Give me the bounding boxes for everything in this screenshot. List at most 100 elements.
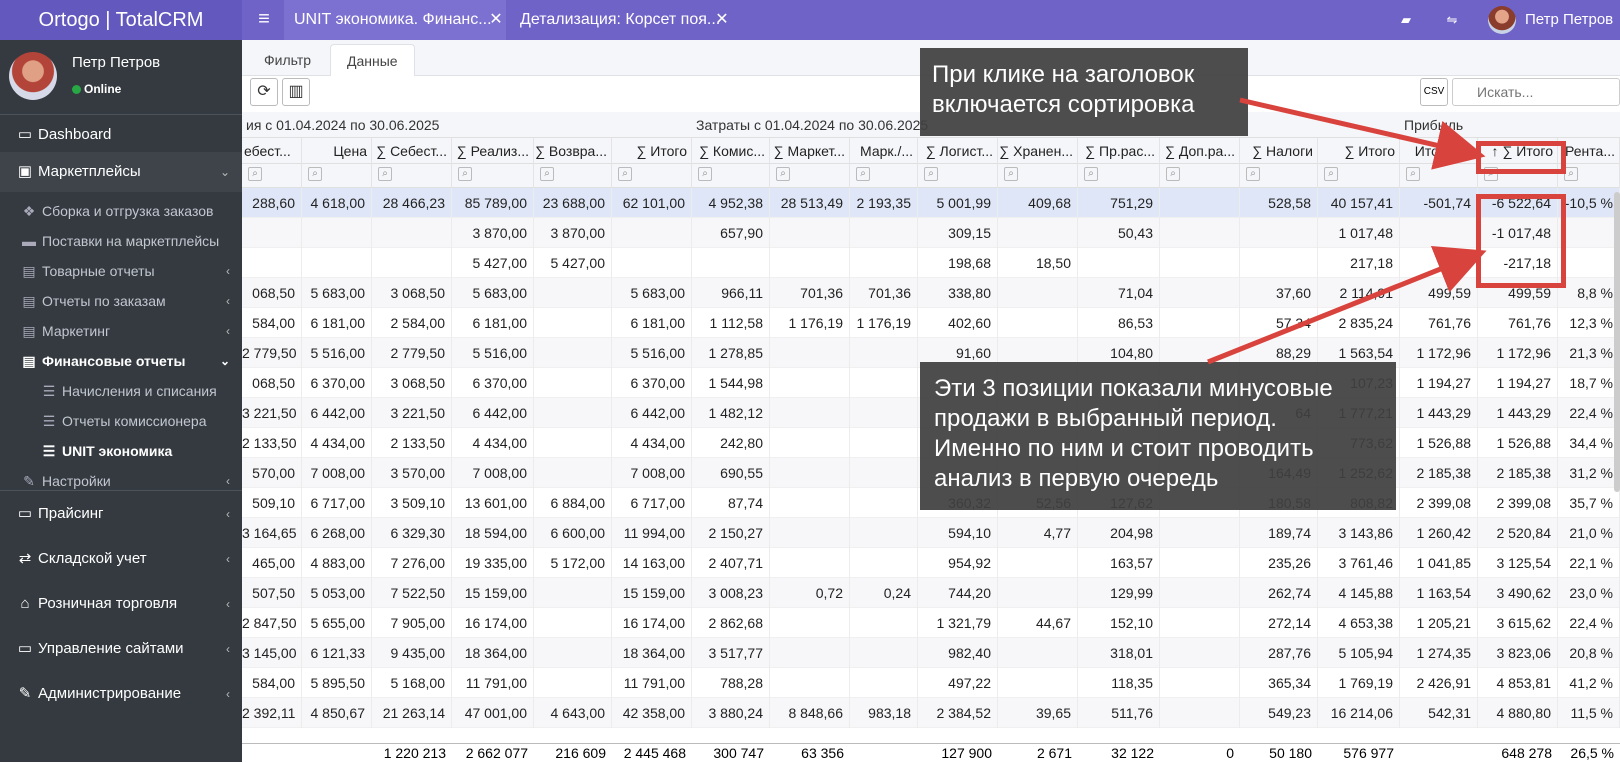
column-header[interactable]: ∑ Логист... bbox=[918, 138, 998, 164]
table-row[interactable]: 570,00 7 008,00 3 570,00 7 008,00 7 008,00 69… bbox=[242, 458, 1620, 488]
sidebar-item-sites[interactable]: ▭ Управление сайтами ‹ bbox=[0, 629, 242, 669]
brand-logo[interactable]: Ortogo | TotalCRM bbox=[0, 0, 242, 40]
scrollbar[interactable] bbox=[1614, 192, 1620, 492]
sidebar-item-marketing[interactable]: ▤ Маркетинг ‹ bbox=[0, 316, 242, 346]
sidebar-item-dashboard[interactable]: ▭ Dashboard bbox=[0, 120, 242, 150]
sidebar-item-retail[interactable]: ⌂ Розничная торговля ‹ bbox=[0, 584, 242, 624]
column-header[interactable]: ебест... bbox=[242, 138, 302, 164]
avatar[interactable] bbox=[1488, 6, 1516, 34]
table-row[interactable]: 5 427,00 5 427,00 198,68 18,50 217,18 -217,18 bbox=[242, 248, 1620, 278]
sidebar-item-financial-reports[interactable]: ▤ Финансовые отчеты ⌄ bbox=[0, 346, 242, 376]
column-filter[interactable]: ⌕ bbox=[302, 164, 372, 188]
sidebar-item-marketplaces[interactable]: ▣ Маркетплейсы ⌄ bbox=[0, 152, 242, 192]
column-filter[interactable]: ⌕ bbox=[1078, 164, 1160, 188]
column-header[interactable]: ∑ Комис... bbox=[692, 138, 770, 164]
chat-icon[interactable]: ▰ bbox=[1396, 10, 1416, 30]
column-header[interactable]: ∑ Себест... bbox=[372, 138, 452, 164]
column-filter[interactable]: ⌕ bbox=[770, 164, 850, 188]
column-header[interactable]: ∑ Пр.рас... bbox=[1078, 138, 1160, 164]
table-row[interactable]: 068,50 6 370,00 3 068,50 6 370,00 6 370,00 1 … bbox=[242, 368, 1620, 398]
column-filter[interactable]: ⌕ bbox=[1400, 164, 1478, 188]
table-row[interactable]: 068,50 5 683,00 3 068,50 5 683,00 5 683,00 96… bbox=[242, 278, 1620, 308]
close-icon[interactable]: ✕ bbox=[714, 0, 730, 40]
table-cell: 7 905,00 bbox=[372, 608, 452, 638]
table-row[interactable]: 509,10 6 717,00 3 509,10 13 601,00 6 884,00 6… bbox=[242, 488, 1620, 518]
table-row[interactable]: 2 392,11 4 850,67 21 263,14 47 001,00 4 643,… bbox=[242, 698, 1620, 728]
tab-filter[interactable]: Фильтр bbox=[248, 44, 327, 76]
sidebar-item-supplies[interactable]: ▬ Поставки на маркетплейсы bbox=[0, 226, 242, 256]
table-row[interactable]: 3 221,50 6 442,00 3 221,50 6 442,00 6 442,00… bbox=[242, 398, 1620, 428]
table-row[interactable]: 3 870,00 3 870,00 657,90 309,15 50,43 1 017,4… bbox=[242, 218, 1620, 248]
column-header[interactable]: ∑ Хранен... bbox=[998, 138, 1078, 164]
table-row[interactable]: 288,60 4 618,00 28 466,23 85 789,00 23 688,0… bbox=[242, 188, 1620, 218]
table-row[interactable]: 3 164,65 6 268,00 6 329,30 18 594,00 6 600,0… bbox=[242, 518, 1620, 548]
table-cell bbox=[534, 668, 612, 698]
sidebar-user-name[interactable]: Петр Петров bbox=[72, 54, 160, 71]
column-header[interactable]: ↑ ∑ Итого bbox=[1478, 138, 1558, 164]
table-row[interactable]: 507,50 5 053,00 7 522,50 15 159,00 15 159,00… bbox=[242, 578, 1620, 608]
menu-toggle-icon[interactable]: ≡ bbox=[252, 8, 276, 32]
column-filter[interactable]: ⌕ bbox=[612, 164, 692, 188]
table-cell: 8,8 % bbox=[1558, 278, 1620, 308]
column-filter[interactable]: ⌕ bbox=[1558, 164, 1620, 188]
search-icon: ⌕ bbox=[924, 167, 938, 181]
sidebar-item-admin[interactable]: ✎ Администрирование ‹ bbox=[0, 674, 242, 714]
close-icon[interactable]: ✕ bbox=[488, 0, 504, 40]
column-header[interactable]: ∑ Налоги bbox=[1240, 138, 1318, 164]
column-filter[interactable]: ⌕ bbox=[1478, 164, 1558, 188]
refresh-icon[interactable]: ⟳ bbox=[250, 78, 278, 106]
sidebar-item-pricing[interactable]: ▭ Прайсинг ‹ bbox=[0, 494, 242, 534]
column-filter[interactable]: ⌕ bbox=[1240, 164, 1318, 188]
column-filter[interactable]: ⌕ bbox=[242, 164, 302, 188]
table-row[interactable]: 2 779,50 5 516,00 2 779,50 5 516,00 5 516,00… bbox=[242, 338, 1620, 368]
column-header[interactable]: ∑ Возвра... bbox=[534, 138, 612, 164]
table-row[interactable]: 2 133,50 4 434,00 2 133,50 4 434,00 4 434,00… bbox=[242, 428, 1620, 458]
sidebar-item-assembly[interactable]: ❖ Сборка и отгрузка заказов bbox=[0, 196, 242, 226]
table-row[interactable]: 584,00 6 181,00 2 584,00 6 181,00 6 181,00 1 … bbox=[242, 308, 1620, 338]
column-header[interactable]: Итого шт bbox=[1400, 138, 1478, 164]
column-header[interactable]: Цена bbox=[302, 138, 372, 164]
column-header[interactable]: ∑ Доп.ра... bbox=[1160, 138, 1240, 164]
tab-data[interactable]: Данные bbox=[330, 44, 415, 76]
table-row[interactable]: 2 847,50 5 655,00 7 905,00 16 174,00 16 174,… bbox=[242, 608, 1620, 638]
column-filter[interactable]: ⌕ bbox=[918, 164, 998, 188]
table-row[interactable]: 465,00 4 883,00 7 276,00 19 335,00 5 172,00 1… bbox=[242, 548, 1620, 578]
table-cell bbox=[1160, 638, 1240, 668]
column-filter[interactable]: ⌕ bbox=[1318, 164, 1400, 188]
sidebar-item-commission-reports[interactable]: ☰ Отчеты комиссионера bbox=[0, 406, 242, 436]
table-cell: 983,18 bbox=[850, 698, 918, 728]
sidebar-item-accruals[interactable]: ☰ Начисления и списания bbox=[0, 376, 242, 406]
table-cell: 1 176,19 bbox=[770, 308, 850, 338]
table-cell bbox=[302, 218, 372, 248]
column-filter[interactable]: ⌕ bbox=[850, 164, 918, 188]
column-header[interactable]: ∑ Реализ... bbox=[452, 138, 534, 164]
sidebar-item-order-reports[interactable]: ▤ Отчеты по заказам ‹ bbox=[0, 286, 242, 316]
table-row[interactable]: 3 145,00 6 121,33 9 435,00 18 364,00 18 364,… bbox=[242, 638, 1620, 668]
column-filter[interactable]: ⌕ bbox=[1160, 164, 1240, 188]
column-header[interactable]: ∑ Итого bbox=[612, 138, 692, 164]
column-filter[interactable]: ⌕ bbox=[998, 164, 1078, 188]
tab-unit-economics[interactable]: UNIT экономика. Финанс... ✕ bbox=[284, 0, 506, 40]
columns-icon[interactable]: ▥ bbox=[282, 78, 310, 106]
sidebar-item-warehouse[interactable]: ⇄ Складской учет ‹ bbox=[0, 539, 242, 579]
column-header[interactable]: ∑ Итого bbox=[1318, 138, 1400, 164]
table-row[interactable]: 584,00 5 895,50 5 168,00 11 791,00 11 791,00… bbox=[242, 668, 1620, 698]
column-filter[interactable]: ⌕ bbox=[452, 164, 534, 188]
column-filter[interactable]: ⌕ bbox=[534, 164, 612, 188]
table-cell: 3 490,62 bbox=[1478, 578, 1558, 608]
export-csv-icon[interactable]: CSV bbox=[1420, 78, 1448, 106]
column-header[interactable]: ∑ Маркет... bbox=[770, 138, 850, 164]
sidebar-item-product-reports[interactable]: ▤ Товарные отчеты ‹ bbox=[0, 256, 242, 286]
column-header[interactable]: Рента... bbox=[1558, 138, 1620, 164]
sidebar-item-settings[interactable]: ✎ Настройки ‹ bbox=[0, 466, 242, 496]
search-input[interactable] bbox=[1452, 78, 1620, 106]
table-cell: 6 329,30 bbox=[372, 518, 452, 548]
sidebar-item-unit-economics[interactable]: ☰ UNIT экономика bbox=[0, 436, 242, 466]
translate-icon[interactable]: ⇋ bbox=[1442, 10, 1462, 30]
column-filter[interactable]: ⌕ bbox=[372, 164, 452, 188]
user-menu[interactable]: Петр Петров bbox=[1525, 0, 1613, 40]
tab-details[interactable]: Детализация: Корсет поя... ✕ bbox=[510, 0, 732, 40]
column-header[interactable]: Марк./... bbox=[850, 138, 918, 164]
table-cell: 16 214,06 bbox=[1318, 698, 1400, 728]
column-filter[interactable]: ⌕ bbox=[692, 164, 770, 188]
